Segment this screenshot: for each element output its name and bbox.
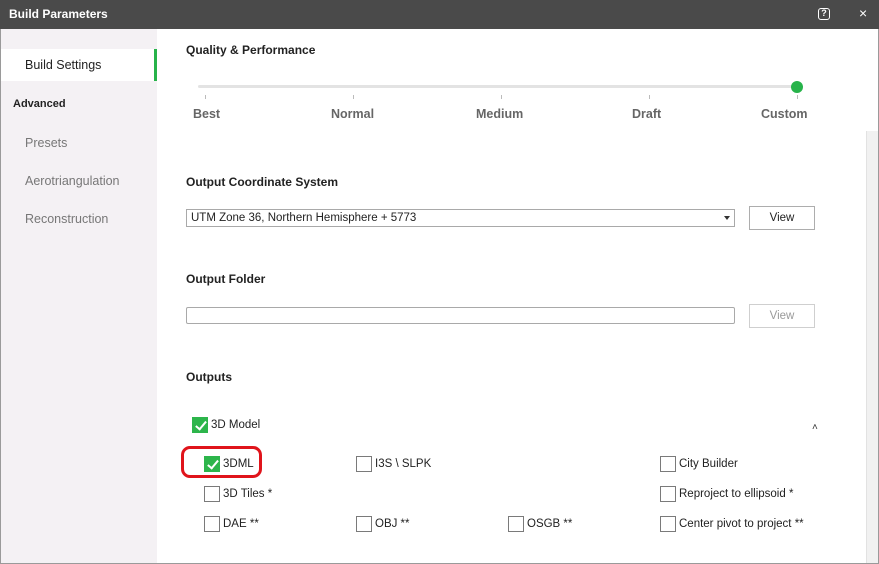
sidebar-item-build-settings[interactable]: Build Settings bbox=[1, 49, 157, 81]
reproject-checkbox[interactable] bbox=[660, 486, 676, 502]
3d-model-checkbox[interactable] bbox=[192, 417, 208, 433]
help-icon[interactable]: ? bbox=[818, 8, 830, 20]
sidebar-item-aerotriangulation[interactable]: Aerotriangulation bbox=[1, 165, 157, 197]
center-pivot-checkbox[interactable] bbox=[660, 516, 676, 532]
output-folder-view-button: View bbox=[749, 304, 815, 328]
dae-checkbox[interactable] bbox=[204, 516, 220, 532]
slider-tick bbox=[353, 95, 354, 99]
collapse-icon[interactable]: ˄ bbox=[812, 422, 818, 433]
highlight-annotation bbox=[181, 446, 262, 478]
sidebar-item-presets[interactable]: Presets bbox=[1, 127, 157, 159]
quality-level-medium[interactable]: Medium bbox=[476, 107, 523, 121]
coordinate-system-title: Output Coordinate System bbox=[186, 175, 339, 189]
city-builder-checkbox[interactable] bbox=[660, 456, 676, 472]
coordinate-system-select[interactable]: UTM Zone 36, Northern Hemisphere + 5773 bbox=[186, 209, 735, 227]
obj-label: OBJ ** bbox=[375, 518, 410, 530]
quality-slider-track[interactable] bbox=[198, 85, 796, 88]
output-folder-input[interactable] bbox=[186, 307, 735, 324]
i3s-slpk-label: I3S \ SLPK bbox=[375, 458, 432, 470]
close-icon[interactable]: × bbox=[859, 6, 867, 20]
sidebar-item-label: Reconstruction bbox=[25, 212, 109, 226]
quality-level-draft[interactable]: Draft bbox=[632, 107, 661, 121]
i3s-slpk-checkbox[interactable] bbox=[356, 456, 372, 472]
coordinate-system-value: UTM Zone 36, Northern Hemisphere + 5773 bbox=[191, 212, 417, 224]
reproject-label: Reproject to ellipsoid * bbox=[679, 488, 794, 500]
obj-checkbox[interactable] bbox=[356, 516, 372, 532]
center-pivot-label: Center pivot to project ** bbox=[679, 518, 804, 530]
chevron-down-icon bbox=[724, 216, 730, 220]
title-bar: Build Parameters ? × bbox=[0, 0, 879, 29]
quality-level-best[interactable]: Best bbox=[193, 107, 220, 121]
slider-tick bbox=[797, 95, 798, 99]
sidebar: Build Settings Advanced Presets Aerotria… bbox=[1, 29, 157, 563]
sidebar-section-advanced: Advanced bbox=[13, 98, 66, 110]
3d-tiles-checkbox[interactable] bbox=[204, 486, 220, 502]
sidebar-item-label: Build Settings bbox=[25, 58, 102, 72]
city-builder-label: City Builder bbox=[679, 458, 738, 470]
osgb-label: OSGB ** bbox=[527, 518, 573, 530]
sidebar-item-label: Presets bbox=[25, 136, 68, 150]
scrollbar-thumb[interactable] bbox=[866, 131, 878, 563]
coordinate-system-view-button[interactable]: View bbox=[749, 206, 815, 230]
sidebar-item-reconstruction[interactable]: Reconstruction bbox=[1, 203, 157, 235]
output-folder-title: Output Folder bbox=[186, 272, 266, 286]
sidebar-item-label: Aerotriangulation bbox=[25, 174, 120, 188]
slider-tick bbox=[649, 95, 650, 99]
quality-level-custom[interactable]: Custom bbox=[761, 107, 808, 121]
quality-level-normal[interactable]: Normal bbox=[331, 107, 374, 121]
window-title: Build Parameters bbox=[9, 7, 108, 21]
dae-label: DAE ** bbox=[223, 518, 259, 530]
outputs-title: Outputs bbox=[186, 370, 232, 384]
3d-model-label: 3D Model bbox=[211, 419, 261, 431]
quality-slider-thumb[interactable] bbox=[791, 81, 803, 93]
osgb-checkbox[interactable] bbox=[508, 516, 524, 532]
quality-section-title: Quality & Performance bbox=[186, 43, 316, 57]
slider-tick bbox=[205, 95, 206, 99]
slider-tick bbox=[501, 95, 502, 99]
3d-tiles-label: 3D Tiles * bbox=[223, 488, 273, 500]
